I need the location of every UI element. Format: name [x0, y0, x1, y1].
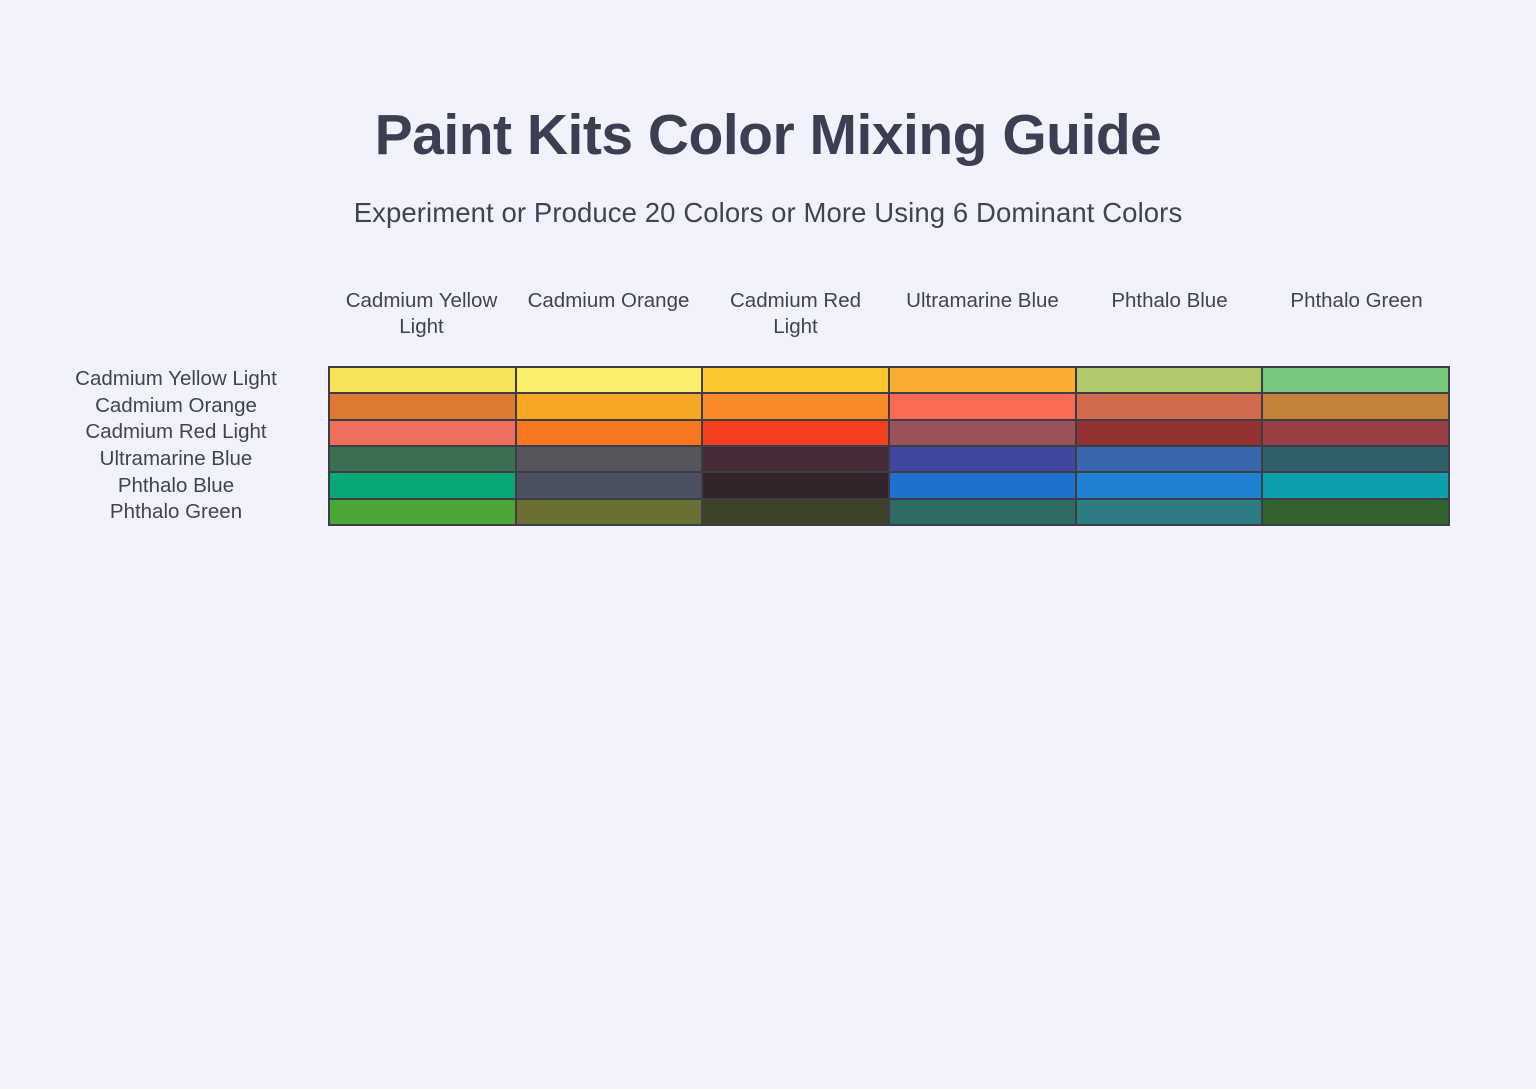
color-swatch [1263, 394, 1449, 419]
color-swatch [516, 368, 702, 393]
color-swatch [890, 446, 1075, 472]
page-title: Paint Kits Color Mixing Guide [374, 103, 1162, 167]
swatch-row [330, 446, 1449, 472]
row-header: Cadmium Yellow Light [75, 367, 277, 390]
color-swatch [330, 394, 515, 419]
row-header-list: Cadmium Yellow Light Cadmium Orange Cadm… [38, 366, 328, 526]
color-swatch [1263, 473, 1449, 498]
color-swatch [330, 499, 515, 524]
swatch-row [330, 394, 1449, 419]
matrix-body: Cadmium Yellow Light Cadmium Orange Cadm… [38, 366, 1450, 526]
color-swatch [1076, 394, 1262, 419]
swatch-grid [328, 366, 1450, 526]
column-header: Ultramarine Blue [906, 289, 1059, 312]
column-header-list: Cadmium Yellow Light Cadmium Orange Cadm… [328, 288, 1450, 340]
matrix-column-header-row: Cadmium Yellow Light Cadmium Orange Cadm… [38, 288, 1450, 366]
color-swatch [703, 446, 889, 472]
color-mixing-matrix: Cadmium Yellow Light Cadmium Orange Cadm… [38, 288, 1450, 526]
color-mixing-guide-page: Paint Kits Color Mixing Guide Experiment… [0, 0, 1536, 1089]
row-header: Phthalo Green [109, 500, 243, 524]
column-header: Cadmium Yellow Light [345, 289, 498, 339]
swatch-row [330, 368, 1449, 393]
row-header: Ultramarine Blue [99, 446, 253, 470]
color-swatch [516, 420, 702, 445]
swatch-row [330, 499, 1449, 524]
color-swatch [1076, 499, 1262, 524]
page-header: Paint Kits Color Mixing Guide Experiment… [0, 104, 1536, 229]
row-header: Cadmium Red Light [85, 420, 267, 444]
color-swatch [1263, 368, 1449, 393]
color-swatch [1076, 473, 1262, 498]
color-swatch [703, 394, 889, 419]
color-swatch [890, 394, 1075, 419]
color-swatch [703, 368, 889, 393]
color-swatch [703, 420, 889, 445]
page-subtitle: Experiment or Produce 20 Colors or More … [353, 196, 1183, 228]
color-swatch [516, 446, 702, 472]
row-header: Phthalo Blue [117, 473, 235, 497]
color-swatch [1263, 499, 1449, 524]
column-header: Cadmium Red Light [729, 289, 862, 339]
row-header: Cadmium Orange [95, 393, 257, 417]
color-swatch [330, 368, 515, 393]
color-swatch [1263, 420, 1449, 445]
color-swatch [890, 499, 1075, 524]
color-swatch [890, 368, 1075, 393]
column-header: Cadmium Orange [527, 289, 690, 312]
swatch-row [330, 420, 1449, 445]
column-header: Phthalo Green [1290, 289, 1423, 312]
swatch-row [330, 473, 1449, 498]
color-swatch [516, 394, 702, 419]
color-swatch [330, 446, 515, 472]
color-swatch [703, 473, 889, 498]
color-swatch [330, 473, 515, 498]
color-swatch [1263, 446, 1449, 472]
column-header: Phthalo Blue [1111, 289, 1228, 312]
color-swatch [1076, 368, 1262, 393]
color-swatch [516, 499, 702, 524]
color-swatch [516, 473, 702, 498]
color-swatch [703, 499, 889, 524]
color-swatch [890, 473, 1075, 498]
color-swatch [890, 420, 1075, 445]
color-swatch [1076, 446, 1262, 472]
color-swatch [1076, 420, 1262, 445]
color-swatch [330, 420, 515, 445]
